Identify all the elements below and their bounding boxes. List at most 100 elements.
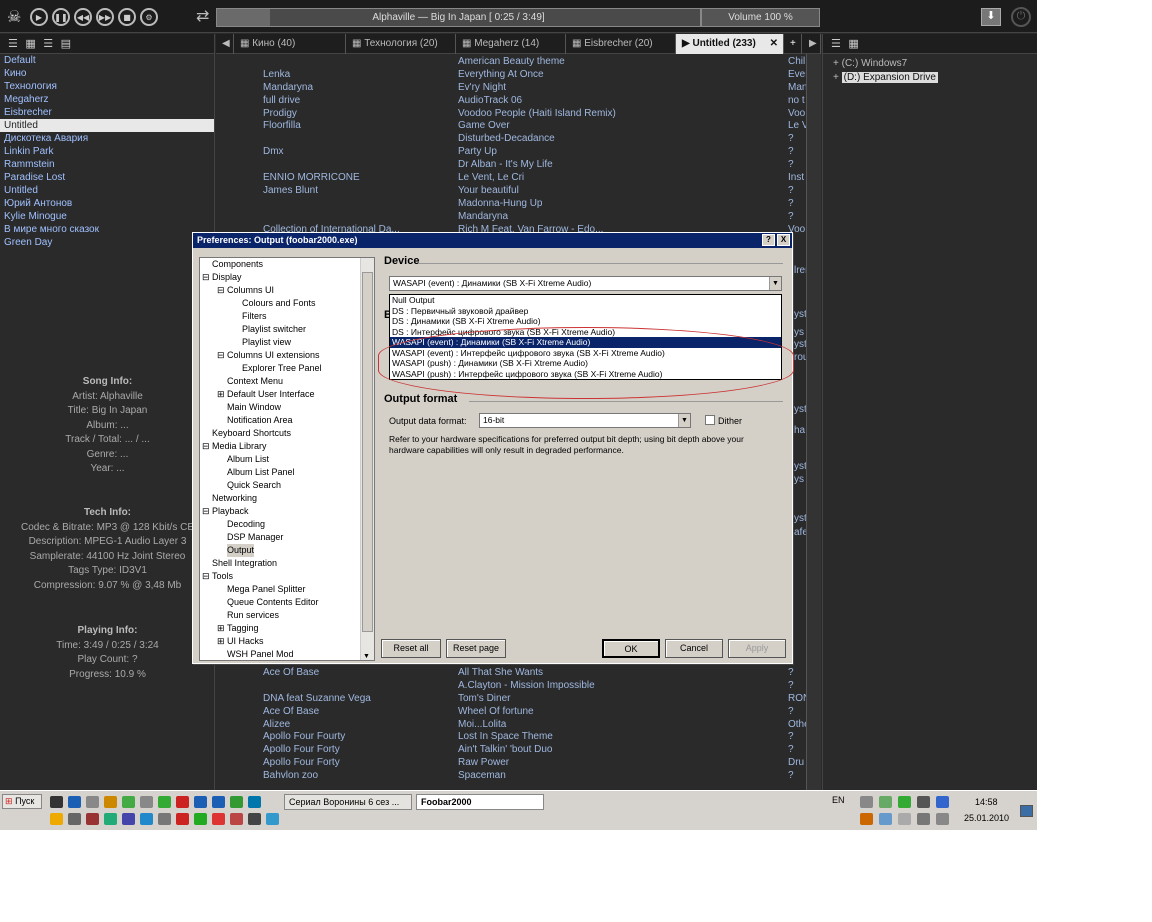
collapse-minus-icon[interactable]: ⊟ bbox=[217, 284, 225, 297]
tray-icon[interactable] bbox=[879, 813, 892, 825]
download-icon[interactable]: ⬇ bbox=[981, 8, 1001, 26]
tree-item[interactable]: Album List Panel bbox=[227, 466, 295, 479]
quicklaunch-icon[interactable] bbox=[230, 813, 243, 825]
task-foobar[interactable]: Foobar2000 bbox=[416, 794, 544, 810]
prev-icon[interactable]: ◀◀ bbox=[74, 8, 92, 26]
device-option[interactable]: DS : Первичный звуковой драйвер bbox=[390, 306, 781, 317]
tree-scrollbar[interactable]: ▼ bbox=[360, 258, 374, 660]
tree-item[interactable]: DSP Manager bbox=[227, 531, 283, 544]
start-button[interactable]: ⊞ Пуск bbox=[2, 794, 42, 809]
tree-item[interactable]: Columns UI bbox=[227, 284, 274, 297]
tab-add-icon[interactable]: + bbox=[784, 34, 802, 54]
table-row[interactable]: Apollo Four Forty Ain't Talkin' 'bout Duo… bbox=[216, 744, 821, 757]
table-row[interactable]: Madonna-Hung Up? bbox=[216, 198, 821, 211]
close-icon[interactable]: ✕ bbox=[770, 38, 778, 49]
tray-icon[interactable] bbox=[936, 796, 949, 808]
quicklaunch-icon[interactable] bbox=[176, 796, 189, 808]
table-row[interactable]: A.Clayton - Mission Impossible? bbox=[216, 680, 821, 693]
explorer-drive[interactable]: + (D:) Expansion Drive bbox=[823, 71, 1037, 85]
tree-item[interactable]: WSH Panel Mod bbox=[227, 648, 294, 660]
table-row[interactable]: Mandaryna? bbox=[216, 211, 821, 224]
clock-date[interactable]: 25.01.2010 bbox=[964, 813, 1009, 823]
quicklaunch-icon[interactable] bbox=[140, 813, 153, 825]
tab-2[interactable]: ▦ Megaherz (14) bbox=[456, 34, 566, 54]
collapse-minus-icon[interactable]: ⊟ bbox=[202, 505, 210, 518]
expand-plus-icon[interactable]: ⊞ bbox=[217, 622, 225, 635]
expand-plus-icon[interactable]: ⊞ bbox=[217, 388, 225, 401]
show-desktop-icon[interactable] bbox=[1020, 805, 1033, 817]
tree-item[interactable]: Display bbox=[212, 271, 242, 284]
tree-item[interactable]: Components bbox=[212, 258, 263, 271]
pause-icon[interactable]: ❚❚ bbox=[52, 8, 70, 26]
table-row[interactable]: Floorfilla Game Over Le V bbox=[216, 120, 821, 133]
tree-item[interactable]: Default User Interface bbox=[227, 388, 315, 401]
tab-4[interactable]: ▶ Untitled (233) ✕ bbox=[676, 34, 784, 54]
device-select[interactable]: WASAPI (event) : Динамики (SB X-Fi Xtrem… bbox=[389, 276, 782, 291]
tray-icon[interactable] bbox=[898, 796, 911, 808]
quicklaunch-icon[interactable] bbox=[230, 796, 243, 808]
quicklaunch-icon[interactable] bbox=[86, 796, 99, 808]
table-row[interactable]: American Beauty theme Chil bbox=[216, 56, 821, 69]
settings-icon[interactable]: ⚙ bbox=[140, 8, 158, 26]
cancel-button[interactable]: Cancel bbox=[665, 639, 723, 658]
foobar-logo-icon[interactable]: ☠ bbox=[7, 7, 21, 26]
expand-plus-icon[interactable]: ⊞ bbox=[217, 635, 225, 648]
playlist-item[interactable]: Green Day bbox=[0, 236, 214, 249]
tab-0[interactable]: ▦ Кино (40) bbox=[234, 34, 346, 54]
quicklaunch-icon[interactable] bbox=[194, 813, 207, 825]
tree-item[interactable]: Main Window bbox=[227, 401, 281, 414]
table-row[interactable]: Disturbed-Decadance? bbox=[216, 133, 821, 146]
scroll-down-icon[interactable]: ▼ bbox=[363, 653, 370, 660]
tree-item[interactable]: Shell Integration bbox=[212, 557, 277, 570]
tree-item[interactable]: Colours and Fonts bbox=[242, 297, 316, 310]
expand-plus-icon[interactable]: + bbox=[833, 72, 842, 83]
expand-plus-icon[interactable]: + bbox=[833, 58, 842, 69]
playlist-item[interactable]: Кино bbox=[0, 67, 214, 80]
quicklaunch-icon[interactable] bbox=[50, 796, 63, 808]
task-serial[interactable]: Сериал Воронины 6 сез ... bbox=[284, 794, 412, 810]
quicklaunch-icon[interactable] bbox=[122, 796, 135, 808]
collapse-minus-icon[interactable]: ⊟ bbox=[202, 271, 210, 284]
table-row[interactable]: Dmx Party Up? bbox=[216, 146, 821, 159]
quicklaunch-icon[interactable] bbox=[158, 796, 171, 808]
quicklaunch-icon[interactable] bbox=[104, 813, 117, 825]
table-row[interactable]: DNA feat Suzanne Vega Tom's Diner RON bbox=[216, 693, 821, 706]
tray-icon[interactable] bbox=[917, 813, 930, 825]
tab-scroll-left-icon[interactable]: ◀ bbox=[216, 34, 234, 54]
table-row[interactable]: Apollo Four Forty Raw Power Dru bbox=[216, 757, 821, 770]
table-row[interactable]: full drive AudioTrack 06 no t bbox=[216, 95, 821, 108]
language-indicator[interactable]: EN bbox=[832, 795, 845, 805]
quicklaunch-icon[interactable] bbox=[158, 813, 171, 825]
playlist-item[interactable]: Megaherz bbox=[0, 93, 214, 106]
table-row[interactable]: Mandaryna Ev'ry Night Man bbox=[216, 82, 821, 95]
volume-bar[interactable]: Volume 100 % bbox=[701, 8, 820, 27]
tree-item[interactable]: Run services bbox=[227, 609, 279, 622]
table-row[interactable]: Alizee Moi...Lolita Othe bbox=[216, 719, 821, 732]
tree-item[interactable]: Tagging bbox=[227, 622, 259, 635]
quicklaunch-icon[interactable] bbox=[140, 796, 153, 808]
table-row[interactable]: ENNIO MORRICONE Le Vent, Le Cri Inst bbox=[216, 172, 821, 185]
tree-item[interactable]: Queue Contents Editor bbox=[227, 596, 319, 609]
device-option[interactable]: DS : Динамики (SB X-Fi Xtreme Audio) bbox=[390, 316, 781, 327]
quicklaunch-icon[interactable] bbox=[248, 813, 261, 825]
tree-item[interactable]: Filters bbox=[242, 310, 267, 323]
quicklaunch-icon[interactable] bbox=[248, 796, 261, 808]
close-button[interactable]: X bbox=[777, 234, 790, 246]
playlist-item[interactable]: Kylie Minogue bbox=[0, 210, 214, 223]
shuffle-icon[interactable]: ⇄ bbox=[196, 6, 209, 25]
playlist-switcher-header[interactable]: ☰ ▦ ☰ ▤ bbox=[0, 34, 214, 54]
help-button[interactable]: ? bbox=[762, 234, 775, 246]
quicklaunch-icon[interactable] bbox=[50, 813, 63, 825]
chevron-down-icon[interactable]: ▼ bbox=[769, 277, 781, 290]
playlist-item[interactable]: Untitled bbox=[0, 184, 214, 197]
power-icon[interactable]: ⏻ bbox=[1011, 7, 1031, 27]
play-icon[interactable]: ▶ bbox=[30, 8, 48, 26]
tree-item[interactable]: Explorer Tree Panel bbox=[242, 362, 322, 375]
quicklaunch-icon[interactable] bbox=[122, 813, 135, 825]
quicklaunch-icon[interactable] bbox=[212, 796, 225, 808]
tree-item[interactable]: Columns UI extensions bbox=[227, 349, 320, 362]
tray-icon[interactable] bbox=[898, 813, 911, 825]
table-row[interactable]: Lenka Everything At Once Ever bbox=[216, 69, 821, 82]
playlist-item[interactable]: Дискотека Авария bbox=[0, 132, 214, 145]
playlist-item[interactable]: Paradise Lost bbox=[0, 171, 214, 184]
